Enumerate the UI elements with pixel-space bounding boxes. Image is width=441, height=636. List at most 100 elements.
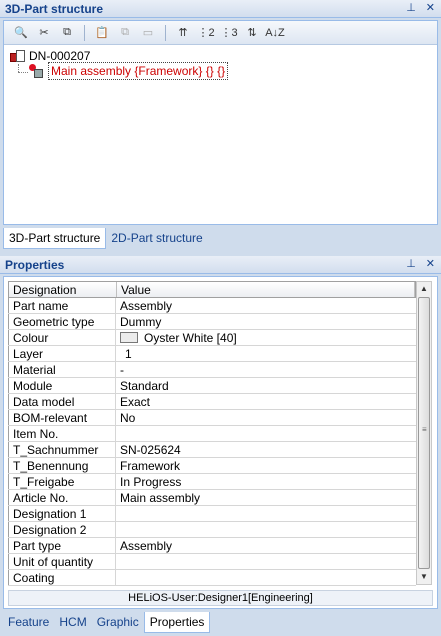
property-value[interactable] [116,522,414,537]
property-name: Material [8,362,116,377]
property-value[interactable]: Standard [116,378,414,393]
table-row[interactable]: Geometric type Dummy [8,314,416,330]
tab-feature[interactable]: Feature [3,612,54,633]
preview-icon[interactable]: 🔍 [12,24,30,42]
property-value-text: Main assembly [120,490,201,505]
property-value[interactable]: - [116,362,414,377]
properties-grid: Designation Value Part name Assembly Geome… [8,281,416,586]
property-value-text: Exact [120,394,151,409]
tab-3d-part-structure[interactable]: 3D-Part structure [3,228,107,249]
property-value[interactable] [116,506,414,521]
property-name: Article No. [8,490,116,505]
property-value-text: Assembly [120,538,173,553]
part-tree[interactable]: DN-000207 Main assembly {Framework} {} {… [4,45,437,80]
structure-panel-title: 3D-Part structure ⊥ ✕ [0,0,441,18]
copy-structure-icon[interactable]: ⧉ [116,24,134,42]
column-header-designation[interactable]: Designation [9,282,117,297]
cut-icon[interactable]: ✂ [35,24,53,42]
property-value-text: Standard [120,378,169,393]
structure-panel: 🔍 ✂ ⧉ 📋 ⧉ ▭ ⇈ ⋮2 ⋮3 ⇅ A↓Z DN-000207 Main assembly … [3,20,438,225]
property-value[interactable]: In Progress [116,474,414,489]
property-value[interactable] [116,554,414,569]
property-value-text: In Progress [120,474,182,489]
tab-graphic[interactable]: Graphic [92,612,144,633]
table-row[interactable]: Colour Oyster White [40] [8,330,416,346]
toolbar-separator [165,24,166,41]
tab-2d-part-structure[interactable]: 2D-Part structure [106,228,207,249]
column-header-value[interactable]: Value [117,282,415,297]
tab-properties[interactable]: Properties [143,612,211,633]
property-name: Part name [8,298,116,313]
sort-updown-icon[interactable]: ⇅ [243,24,261,42]
property-value-text: Dummy [120,314,162,329]
property-value[interactable]: Framework [116,458,414,473]
status-bar: HELiOS-User:Designer1[Engineering] [8,590,433,606]
paste-icon[interactable]: 📋 [93,24,111,42]
property-name: Colour [8,330,116,345]
property-value[interactable]: SN-025624 [116,442,414,457]
tree-connector-horizontal [18,72,28,73]
property-value[interactable]: No [116,410,414,425]
table-row[interactable]: Designation 1 [8,506,416,522]
paste-structure-icon[interactable]: ▭ [139,24,157,42]
property-name: Unit of quantity [8,554,116,569]
property-value[interactable]: Dummy [116,314,414,329]
property-value[interactable]: Assembly [116,298,414,313]
property-value[interactable]: Assembly [116,538,414,553]
properties-scrollbar[interactable]: ▲ ≡ ▼ [416,281,432,585]
property-value-text: SN-025624 [120,442,181,457]
structure-panel-title-text: 3D-Part structure [5,2,104,16]
property-name: Part type [8,538,116,553]
grid-body: Part name Assembly Geometric type Dummy Colo… [8,298,416,586]
copy-icon[interactable]: ⧉ [58,24,76,42]
structure-tab-bar: 3D-Part structure 2D-Part structure [3,228,208,249]
part-node-icon [28,63,44,79]
table-row[interactable]: Designation 2 [8,522,416,538]
tree-child-node[interactable]: Main assembly {Framework} {} {} [28,62,229,80]
property-value[interactable]: 1 [116,346,414,361]
sort-az-icon[interactable]: A↓Z [265,24,285,42]
colour-swatch [120,332,138,343]
property-name: Data model [8,394,116,409]
pin-icon[interactable]: ⊥ [406,257,416,270]
scroll-up-icon[interactable]: ▲ [417,282,431,296]
table-row[interactable]: Module Standard [8,378,416,394]
properties-panel-title-text: Properties [5,258,65,272]
bottom-tab-bar: Feature HCM Graphic Properties [3,612,211,633]
sort-top-icon[interactable]: ⇈ [174,24,192,42]
property-value[interactable]: Main assembly [116,490,414,505]
table-row[interactable]: Part name Assembly [8,298,416,314]
table-row[interactable]: BOM-relevant No [8,410,416,426]
table-row[interactable]: T_Sachnummer SN-025624 [8,442,416,458]
properties-panel-title: Properties ⊥ ✕ [0,256,441,274]
table-row[interactable]: Layer 1 [8,346,416,362]
table-row[interactable]: Article No. Main assembly [8,490,416,506]
property-value[interactable]: Exact [116,394,414,409]
pin-icon[interactable]: ⊥ [406,1,416,14]
table-row[interactable]: Data model Exact [8,394,416,410]
table-row[interactable]: Coating [8,570,416,586]
property-value[interactable] [116,426,414,441]
property-name: Designation 2 [8,522,116,537]
table-row[interactable]: Item No. [8,426,416,442]
sort-3-icon[interactable]: ⋮3 [220,24,238,42]
property-name: T_Benennung [8,458,116,473]
property-value[interactable] [116,570,414,585]
sort-2-icon[interactable]: ⋮2 [197,24,215,42]
tab-hcm[interactable]: HCM [54,612,91,633]
scroll-down-icon[interactable]: ▼ [417,570,431,584]
property-value[interactable]: Oyster White [40] [116,330,414,345]
property-name: Designation 1 [8,506,116,521]
property-name: Coating [8,570,116,585]
property-value-text: 1 [125,346,132,361]
close-icon[interactable]: ✕ [426,257,435,270]
close-icon[interactable]: ✕ [426,1,435,14]
tree-connector-vertical [18,64,19,72]
tree-root-label: DN-000207 [29,49,91,63]
table-row[interactable]: Material - [8,362,416,378]
table-row[interactable]: Unit of quantity [8,554,416,570]
table-row[interactable]: T_Benennung Framework [8,458,416,474]
table-row[interactable]: Part type Assembly [8,538,416,554]
scroll-thumb[interactable]: ≡ [418,297,430,569]
table-row[interactable]: T_Freigabe In Progress [8,474,416,490]
